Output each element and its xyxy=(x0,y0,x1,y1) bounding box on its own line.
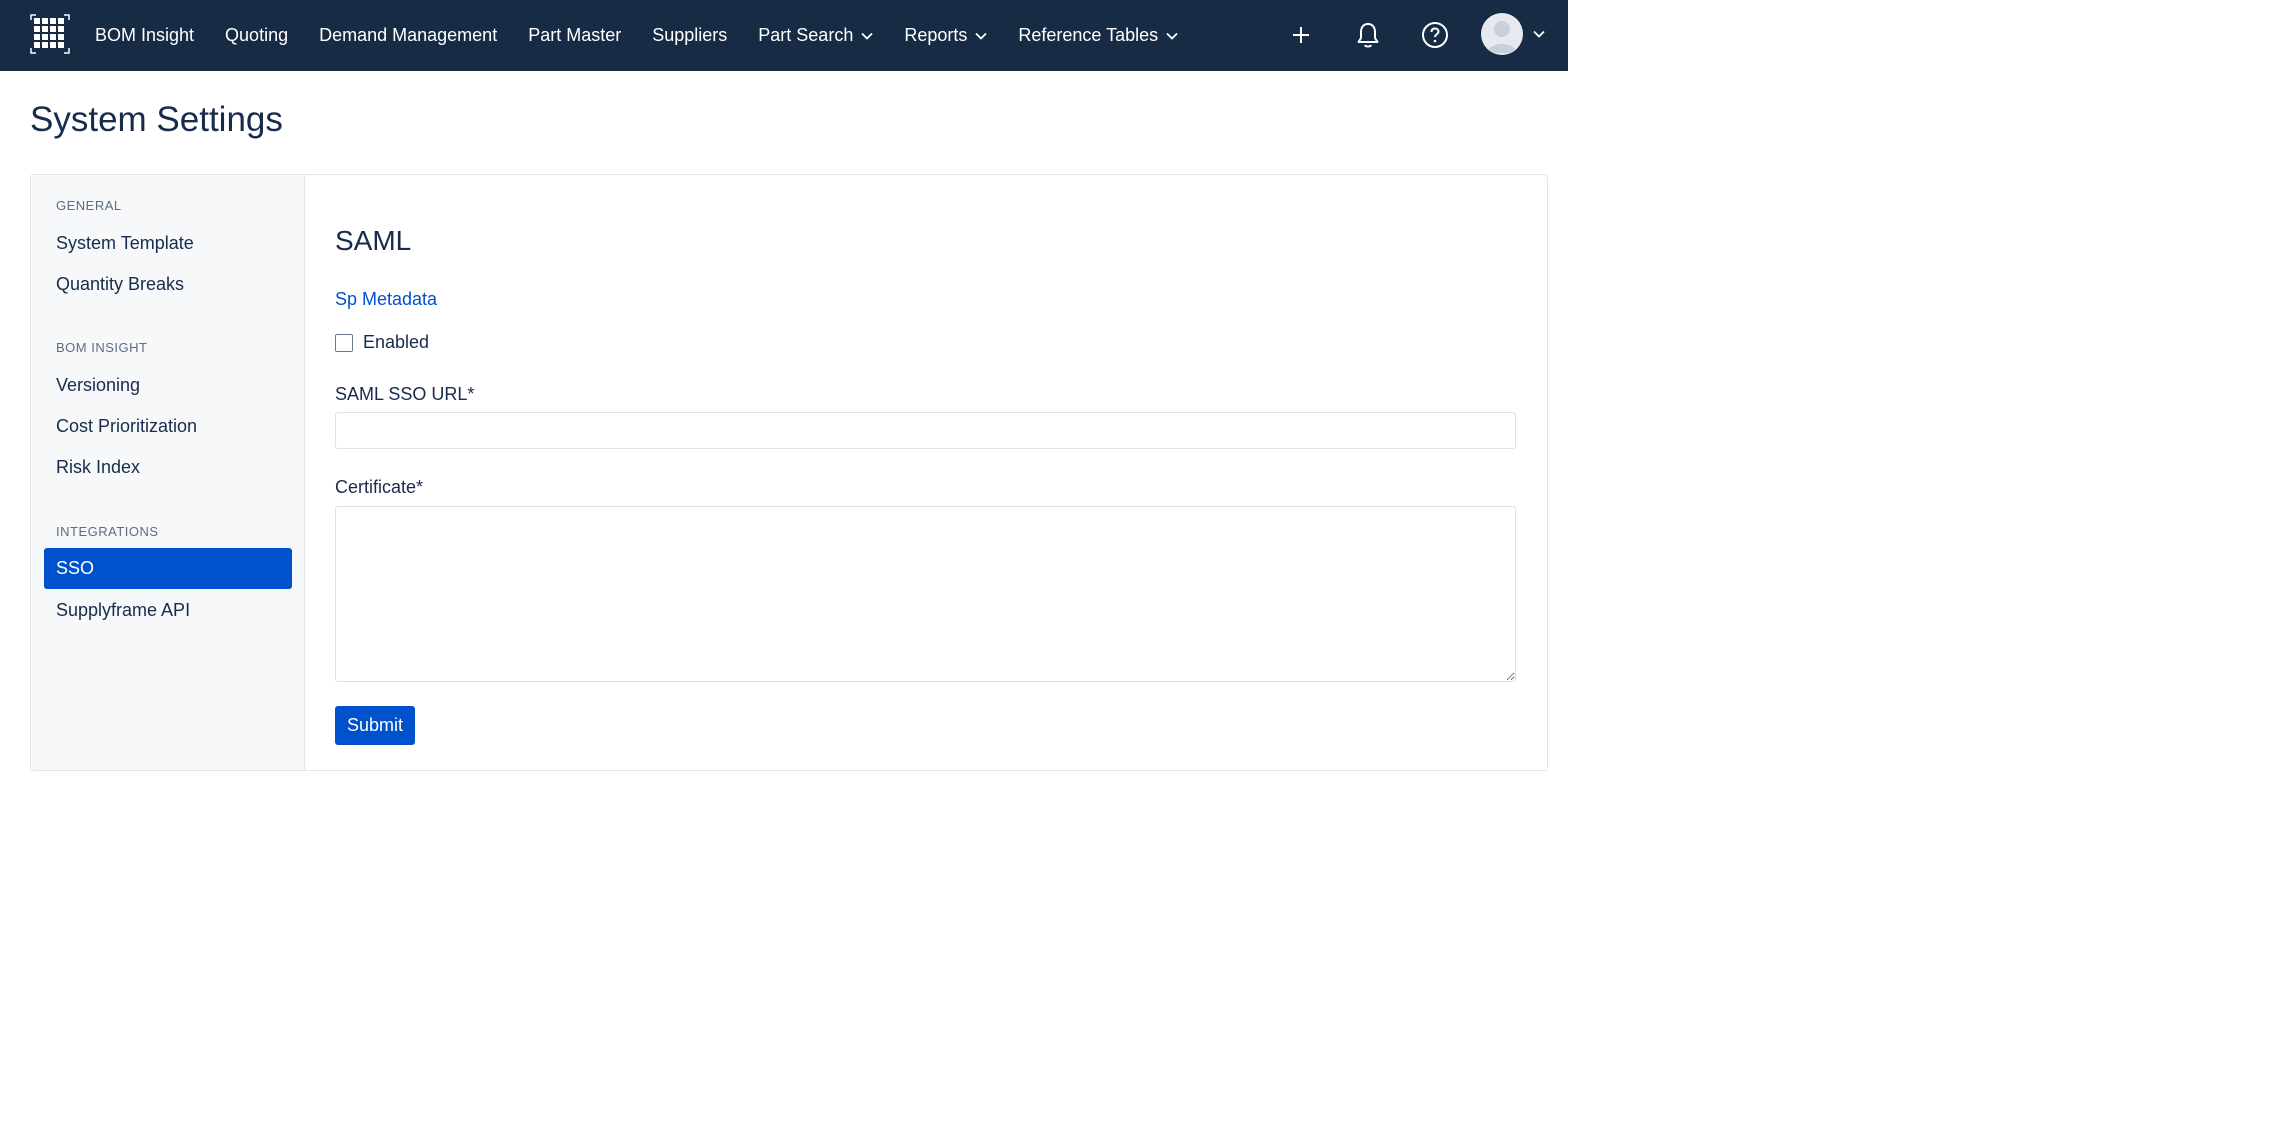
certificate-label: Certificate* xyxy=(335,477,424,497)
saml-sso-url-label: SAML SSO URL* xyxy=(335,384,475,404)
chevron-down-icon xyxy=(1166,32,1178,40)
nav-label: Suppliers xyxy=(652,25,728,45)
help-icon[interactable] xyxy=(1420,20,1450,50)
sidebar-item-versioning[interactable]: Versioning xyxy=(44,365,292,406)
nav-reports[interactable]: Reports xyxy=(904,25,987,46)
nav-demand-management[interactable]: Demand Management xyxy=(319,25,497,46)
page-title: System Settings xyxy=(30,100,283,139)
saml-sso-url-input[interactable] xyxy=(335,412,1516,449)
settings-panel: GENERAL System Template Quantity Breaks … xyxy=(30,174,1548,771)
nav-label: Part Search xyxy=(758,25,854,45)
sidebar-item-quantity-breaks[interactable]: Quantity Breaks xyxy=(44,264,292,305)
sidebar-item-system-template[interactable]: System Template xyxy=(44,223,292,264)
sidebar-item-supplyframe-api[interactable]: Supplyframe API xyxy=(44,590,292,631)
nav-reference-tables[interactable]: Reference Tables xyxy=(1018,25,1178,46)
nav-label: Part Master xyxy=(528,25,622,45)
section-title: SAML xyxy=(335,225,412,256)
sp-metadata-link[interactable]: Sp Metadata xyxy=(335,289,437,310)
sidebar-item-risk-index[interactable]: Risk Index xyxy=(44,447,292,488)
nav-quoting[interactable]: Quoting xyxy=(225,25,288,46)
submit-button[interactable]: Submit xyxy=(335,706,415,745)
chevron-down-icon xyxy=(861,32,873,40)
chevron-down-icon[interactable] xyxy=(1533,30,1545,38)
nav-label: Demand Management xyxy=(319,25,498,45)
nav-label: BOM Insight xyxy=(95,25,195,45)
chevron-down-icon xyxy=(975,32,987,40)
nav-label: Reference Tables xyxy=(1018,25,1159,45)
nav-label: Quoting xyxy=(225,25,289,45)
enabled-row: Enabled xyxy=(335,332,429,353)
nav-bom-insight[interactable]: BOM Insight xyxy=(95,25,194,46)
bell-icon[interactable] xyxy=(1353,20,1383,50)
main-nav: BOM Insight Quoting Demand Management Pa… xyxy=(95,0,1209,71)
sso-settings-content: SAML Sp Metadata Enabled SAML SSO URL* C… xyxy=(335,175,1547,770)
sidebar-section-integrations: INTEGRATIONS xyxy=(56,524,159,539)
grid-logo-icon[interactable] xyxy=(30,14,70,54)
plus-icon[interactable] xyxy=(1286,20,1316,50)
top-navbar: BOM Insight Quoting Demand Management Pa… xyxy=(0,0,1568,71)
settings-sidebar: GENERAL System Template Quantity Breaks … xyxy=(31,175,305,770)
nav-part-search[interactable]: Part Search xyxy=(758,25,873,46)
certificate-textarea[interactable] xyxy=(335,506,1516,682)
avatar[interactable] xyxy=(1481,13,1523,55)
enabled-checkbox[interactable] xyxy=(335,333,353,352)
user-avatar-icon xyxy=(1487,21,1517,53)
nav-part-master[interactable]: Part Master xyxy=(528,25,621,46)
sidebar-item-cost-prioritization[interactable]: Cost Prioritization xyxy=(44,406,292,447)
enabled-label: Enabled xyxy=(363,332,430,352)
sidebar-section-bom-insight: BOM INSIGHT xyxy=(56,340,148,355)
nav-label: Reports xyxy=(904,25,968,45)
nav-suppliers[interactable]: Suppliers xyxy=(652,25,727,46)
sidebar-section-general: GENERAL xyxy=(56,198,122,213)
sidebar-item-sso[interactable]: SSO xyxy=(44,548,292,589)
